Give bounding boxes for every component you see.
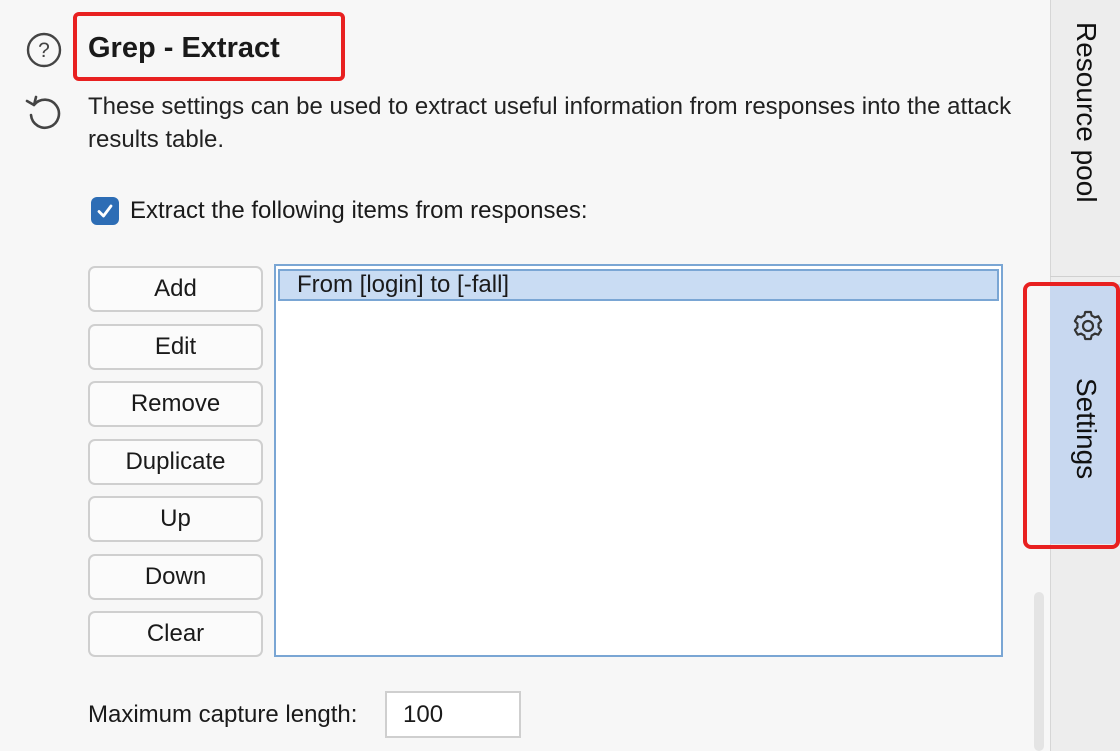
checkmark-icon: [97, 204, 113, 218]
list-item[interactable]: From [login] to [-fall]: [278, 269, 999, 301]
extract-items-list[interactable]: From [login] to [-fall]: [274, 264, 1003, 657]
edit-button[interactable]: Edit: [88, 324, 263, 370]
clear-button[interactable]: Clear: [88, 611, 263, 657]
reset-icon[interactable]: [24, 93, 64, 133]
section-title: Grep - Extract: [88, 32, 280, 64]
gear-icon[interactable]: [1070, 308, 1106, 344]
up-button[interactable]: Up: [88, 496, 263, 542]
tab-divider: [1050, 276, 1120, 277]
scrollbar-thumb[interactable]: [1034, 592, 1044, 751]
tab-resource-pool-label[interactable]: Resource pool: [1071, 22, 1102, 203]
duplicate-button[interactable]: Duplicate: [88, 439, 263, 485]
down-button[interactable]: Down: [88, 554, 263, 600]
svg-text:?: ?: [38, 39, 50, 62]
remove-button[interactable]: Remove: [88, 381, 263, 427]
tab-settings-label[interactable]: Settings: [1071, 378, 1102, 479]
extract-checkbox[interactable]: [91, 197, 119, 225]
help-icon[interactable]: ?: [26, 32, 62, 68]
max-capture-length-label: Maximum capture length:: [88, 701, 358, 728]
section-description: These settings can be used to extract us…: [88, 93, 1012, 153]
extract-checkbox-label[interactable]: Extract the following items from respons…: [130, 194, 588, 228]
add-button[interactable]: Add: [88, 266, 263, 312]
max-capture-length-input[interactable]: 100: [385, 691, 521, 738]
